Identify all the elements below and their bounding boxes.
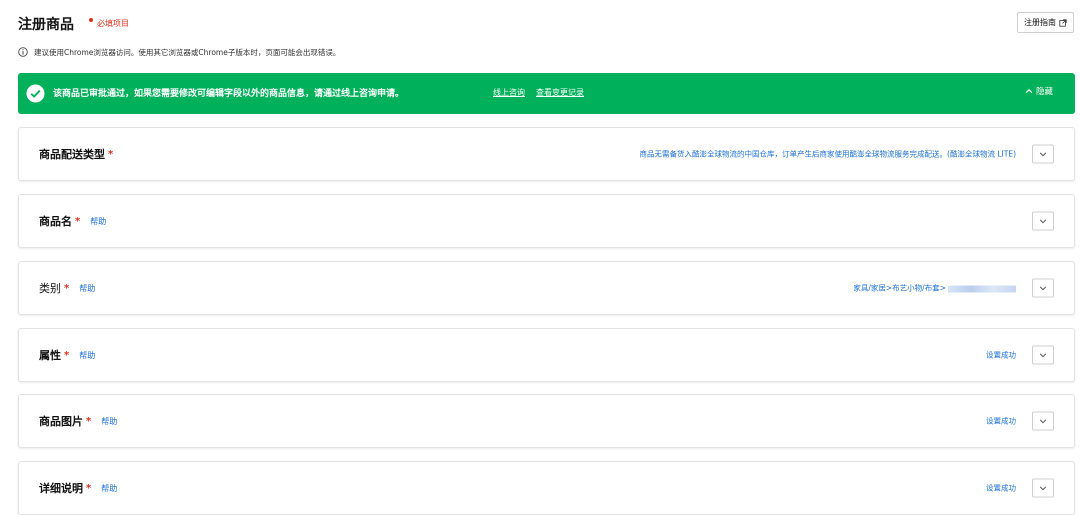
chevron-down-icon	[1039, 152, 1047, 156]
section-category[interactable]: 类别 * 帮助 家具/家居>布艺小物/布套>	[18, 261, 1075, 315]
expand-button[interactable]	[1032, 144, 1054, 164]
chevron-down-icon	[1039, 419, 1047, 423]
browser-notice-text: 建议使用Chrome浏览器访问。使用其它浏览器或Chrome子版本时，页面可能会…	[34, 47, 341, 57]
required-note: 必填项目	[97, 19, 129, 28]
help-link[interactable]: 帮助	[79, 350, 95, 361]
expand-button[interactable]	[1032, 345, 1054, 365]
section-title: 商品图片	[39, 415, 83, 428]
chevron-down-icon	[1039, 353, 1047, 357]
category-path-text: 家具/家居>布艺小物/布套>	[853, 283, 946, 293]
check-circle-icon	[26, 84, 45, 103]
browser-notice: 建议使用Chrome浏览器访问。使用其它浏览器或Chrome子版本时，页面可能会…	[18, 46, 340, 58]
section-product-name[interactable]: 商品名 * 帮助	[18, 194, 1075, 248]
section-status: 设置成功	[986, 416, 1016, 426]
section-status: 设置成功	[986, 350, 1016, 360]
section-attributes[interactable]: 属性 * 帮助 设置成功	[18, 328, 1075, 382]
chevron-up-icon	[1025, 88, 1033, 94]
required-star: *	[75, 215, 81, 227]
page-title: 注册商品	[18, 17, 74, 33]
expand-button[interactable]	[1032, 211, 1054, 231]
online-consult-link[interactable]: 线上咨询	[493, 87, 525, 98]
help-link[interactable]: 帮助	[101, 416, 117, 427]
registration-guide-label: 注册指南	[1024, 18, 1056, 27]
required-star: *	[86, 415, 92, 427]
page-header: 注册商品 必填项目 注册指南	[18, 12, 1074, 36]
required-star: *	[108, 148, 114, 160]
section-status: 设置成功	[986, 483, 1016, 493]
change-history-link[interactable]: 查看变更记录	[536, 87, 584, 98]
section-detailed-description[interactable]: 详细说明 * 帮助 设置成功	[18, 461, 1075, 515]
section-delivery-type[interactable]: 商品配送类型 * 商品无需备货入酷澎全球物流的中国仓库，订单产生后商家使用酷澎全…	[18, 127, 1075, 181]
help-link[interactable]: 帮助	[90, 216, 106, 227]
chevron-down-icon	[1039, 286, 1047, 290]
info-icon	[18, 47, 28, 57]
required-dot	[89, 18, 93, 22]
section-product-images[interactable]: 商品图片 * 帮助 设置成功	[18, 394, 1075, 448]
section-title: 属性	[39, 349, 61, 362]
section-value: 商品无需备货入酷澎全球物流的中国仓库，订单产生后商家使用酷澎全球物流服务完成配送…	[639, 149, 1016, 159]
approval-banner: 该商品已审批通过，如果您需要修改可编辑字段以外的商品信息，请通过线上咨询申请。 …	[18, 73, 1075, 114]
expand-button[interactable]	[1032, 478, 1054, 498]
approval-message: 该商品已审批通过，如果您需要修改可编辑字段以外的商品信息，请通过线上咨询申请。	[53, 89, 405, 99]
hide-label: 隐藏	[1035, 87, 1053, 97]
section-title: 详细说明	[39, 482, 83, 495]
section-title: 商品配送类型	[39, 148, 105, 161]
expand-button[interactable]	[1032, 411, 1054, 431]
help-link[interactable]: 帮助	[101, 483, 117, 494]
required-star: *	[64, 349, 70, 361]
section-title: 商品名	[39, 215, 72, 228]
chevron-down-icon	[1039, 486, 1047, 490]
required-star: *	[64, 282, 70, 294]
expand-button[interactable]	[1032, 278, 1054, 298]
hide-banner-toggle[interactable]: 隐藏	[1025, 85, 1053, 97]
chevron-down-icon	[1039, 219, 1047, 223]
blurred-category	[948, 285, 1016, 292]
help-link[interactable]: 帮助	[79, 283, 95, 294]
external-link-icon	[1059, 18, 1067, 27]
required-star: *	[86, 482, 92, 494]
registration-guide-button[interactable]: 注册指南	[1017, 12, 1074, 33]
section-title: 类别	[39, 282, 61, 295]
category-path: 家具/家居>布艺小物/布套>	[853, 283, 1016, 294]
